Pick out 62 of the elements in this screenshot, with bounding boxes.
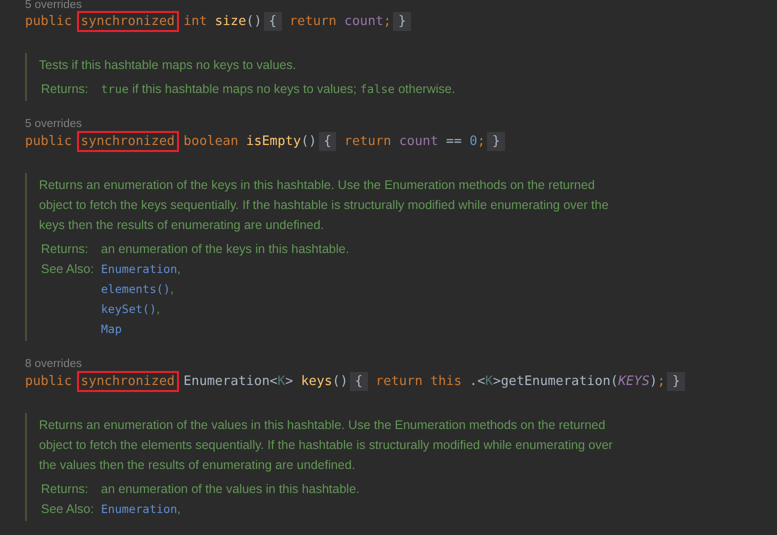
- keyword: public: [25, 134, 72, 149]
- field-name: count: [344, 14, 384, 29]
- method-name: size: [214, 14, 246, 29]
- folded-brace[interactable]: }: [393, 12, 412, 31]
- returns-text: an enumeration of the keys in this hashtable.: [101, 241, 350, 258]
- overrides-hint[interactable]: 5 overrides: [25, 0, 777, 11]
- highlighted-keyword: synchronized: [80, 134, 176, 149]
- keyword: ;: [477, 134, 486, 149]
- highlighted-keyword: synchronized: [80, 14, 176, 29]
- type-parameter: K: [277, 374, 286, 389]
- keyword: this: [430, 374, 462, 389]
- folded-brace[interactable]: {: [350, 372, 368, 391]
- doc-description: Returns an enumeration of the values in this hashtable. Use the Enumeration methods on the returned object to fetch the elements sequentially. If the hashtable is structurally modified while enumerating over the values then the results of enumerating are undefined.: [39, 417, 614, 474]
- separator: ,: [177, 262, 181, 276]
- keyword: return: [289, 14, 336, 29]
- code-text: >getEnumeration(: [493, 374, 618, 389]
- overrides-hint[interactable]: 8 overrides: [25, 357, 777, 371]
- doc-link[interactable]: keySet(): [101, 302, 156, 316]
- separator: ,: [156, 302, 160, 316]
- code-text: (): [246, 14, 262, 29]
- number-literal: 0: [470, 134, 478, 149]
- code-text: ==: [446, 134, 462, 149]
- keyword: boolean: [184, 134, 238, 149]
- returns-text: an enumeration of the values in this hashtable.: [101, 481, 360, 498]
- returns-label: Returns:: [41, 241, 90, 258]
- code-text: >: [285, 374, 294, 389]
- doc-description: Tests if this hashtable maps no keys to values.: [39, 57, 298, 74]
- doc-link[interactable]: elements(): [101, 282, 170, 296]
- doc-description: Returns an enumeration of the keys in this hashtable. Use the Enumeration methods on the returned object to fetch the keys sequentially. If the hashtable is structurally modified while enumerating over the keys then the results of enumerating are undefined.: [39, 177, 610, 234]
- folded-brace[interactable]: {: [264, 12, 282, 31]
- separator: ,: [177, 502, 181, 516]
- field-name: count: [399, 134, 438, 149]
- keyword: int: [184, 14, 208, 29]
- method-name: isEmpty: [246, 134, 301, 149]
- see-also-label: See Also:: [41, 261, 95, 278]
- folded-brace[interactable]: {: [318, 132, 336, 151]
- doc-link[interactable]: Map: [101, 322, 122, 336]
- doc-link[interactable]: Enumeration: [101, 502, 178, 516]
- keyword: ;: [657, 374, 666, 389]
- returns-label: Returns:: [41, 481, 90, 498]
- returns-text: true if this hashtable maps no keys to values; false otherwise.: [101, 81, 456, 98]
- returns-label: Returns:: [41, 81, 90, 98]
- keyword: return: [376, 374, 423, 389]
- see-also-label: See Also:: [41, 501, 95, 518]
- code-text: (): [332, 374, 348, 389]
- overrides-hint[interactable]: 5 overrides: [25, 117, 777, 131]
- type-parameter: K: [485, 374, 493, 389]
- doc-link[interactable]: Enumeration: [101, 262, 178, 276]
- code-text: .<: [470, 374, 486, 389]
- folded-brace[interactable]: }: [487, 132, 506, 151]
- code-text: ): [650, 374, 658, 389]
- highlighted-keyword: synchronized: [80, 374, 176, 389]
- separator: ,: [170, 282, 174, 296]
- code-text: (): [300, 134, 317, 149]
- keyword: ;: [383, 14, 392, 29]
- method-name: keys: [300, 374, 332, 389]
- keyword: public: [25, 374, 72, 389]
- folded-brace[interactable]: }: [667, 372, 686, 391]
- keyword: public: [25, 14, 72, 29]
- code-text: Enumeration<: [184, 374, 278, 389]
- constant-name: KEYS: [618, 374, 650, 389]
- keyword: return: [344, 134, 392, 149]
